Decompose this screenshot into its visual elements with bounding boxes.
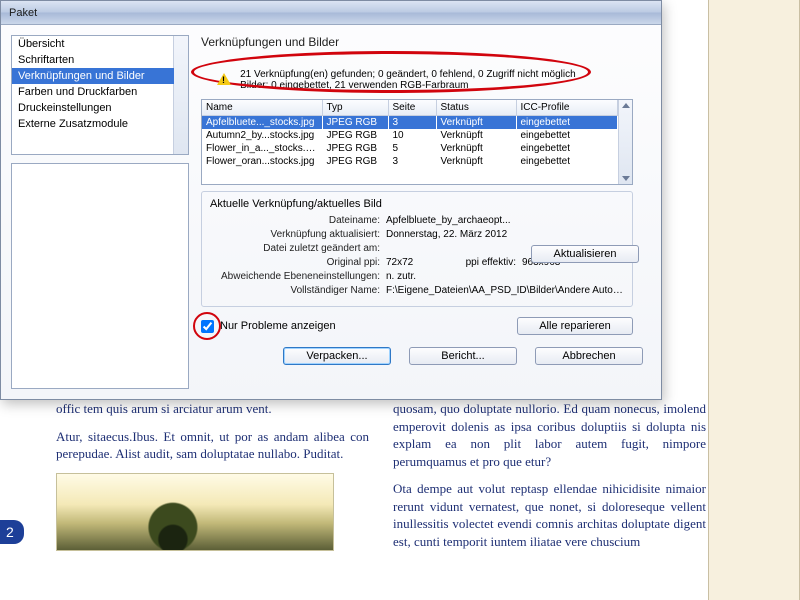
sidebar-item-print-settings[interactable]: Druckeinstellungen xyxy=(12,100,174,116)
sidebar-category-list[interactable]: Übersicht Schriftarten Verknüpfungen und… xyxy=(11,35,189,155)
cell-icc: eingebettet xyxy=(516,155,618,168)
dialog-title: Paket xyxy=(9,7,37,19)
cell-page: 5 xyxy=(388,142,436,155)
cell-type: JPEG RGB xyxy=(322,129,388,142)
detail-label: Vollständiger Name: xyxy=(210,284,380,298)
problems-only-label: Nur Probleme anzeigen xyxy=(220,320,336,332)
col-header-status[interactable]: Status xyxy=(436,100,516,116)
problems-only-checkbox[interactable] xyxy=(201,320,214,333)
document-body-text: offic tem quis arum si arciatur arum ven… xyxy=(56,400,706,560)
report-button[interactable]: Bericht... xyxy=(409,347,517,365)
sidebar-item-links-images[interactable]: Verknüpfungen und Bilder xyxy=(12,68,174,84)
cell-icc: eingebettet xyxy=(516,142,618,155)
detail-value: 72x72 xyxy=(386,256,446,270)
detail-label: ppi effektiv: xyxy=(446,256,516,270)
package-dialog: Paket Übersicht Schriftarten Verknüpfung… xyxy=(0,0,662,400)
body-paragraph: Atur, sitaecus.Ibus. Et omnit, ut por as… xyxy=(56,428,369,463)
alert-line-2: Bilder: 0 eingebettet, 21 verwenden RGB-… xyxy=(240,80,600,91)
package-button[interactable]: Verpacken... xyxy=(283,347,391,365)
cell-icc: eingebettet xyxy=(516,116,618,130)
detail-label: Dateiname: xyxy=(210,214,380,228)
update-button[interactable]: Aktualisieren xyxy=(531,245,639,263)
alert-line-1: 21 Verknüpfung(en) gefunden; 0 geändert,… xyxy=(240,69,600,80)
detail-label: Verknüpfung aktualisiert: xyxy=(210,228,380,242)
cell-page: 3 xyxy=(388,155,436,168)
detail-value: Donnerstag, 22. März 2012 xyxy=(386,228,624,242)
warning-icon xyxy=(217,73,231,85)
col-header-name[interactable]: Name xyxy=(202,100,322,116)
placed-image xyxy=(56,473,334,551)
detail-title: Aktuelle Verknüpfung/aktuelles Bild xyxy=(210,198,624,210)
sidebar-item-plugins[interactable]: Externe Zusatzmodule xyxy=(12,116,174,132)
detail-label: Original ppi: xyxy=(210,256,380,270)
links-table[interactable]: Name Typ Seite Status ICC-Profile Apfelb… xyxy=(201,99,633,185)
table-row[interactable]: Apfelbluete..._stocks.jpg JPEG RGB 3 Ver… xyxy=(202,116,618,130)
cell-status: Verknüpft xyxy=(436,129,516,142)
cell-status: Verknüpft xyxy=(436,155,516,168)
sidebar-item-fonts[interactable]: Schriftarten xyxy=(12,52,174,68)
col-header-icc[interactable]: ICC-Profile xyxy=(516,100,618,116)
cell-type: JPEG RGB xyxy=(322,155,388,168)
table-row[interactable]: Flower_in_a..._stocks.jpg JPEG RGB 5 Ver… xyxy=(202,142,618,155)
table-row[interactable]: Flower_oran...stocks.jpg JPEG RGB 3 Verk… xyxy=(202,155,618,168)
col-header-type[interactable]: Typ xyxy=(322,100,388,116)
cell-page: 10 xyxy=(388,129,436,142)
cell-type: JPEG RGB xyxy=(322,116,388,130)
repair-all-button[interactable]: Alle reparieren xyxy=(517,317,633,335)
detail-value: n. zutr. xyxy=(386,270,624,284)
cell-type: JPEG RGB xyxy=(322,142,388,155)
cell-name: Apfelbluete..._stocks.jpg xyxy=(202,116,322,130)
sidebar-item-overview[interactable]: Übersicht xyxy=(12,36,174,52)
cell-status: Verknüpft xyxy=(436,142,516,155)
cell-page: 3 xyxy=(388,116,436,130)
body-paragraph: quosam, quo doluptate nullorio. Ed quam … xyxy=(393,400,706,470)
cell-icc: eingebettet xyxy=(516,129,618,142)
detail-value: Apfelbluete_by_archaeopt... xyxy=(386,214,624,228)
doc-right-gutter xyxy=(708,0,800,600)
workspace: Paket 2 offic tem quis arum si arciatur … xyxy=(0,0,800,600)
alert-summary: 21 Verknüpfung(en) gefunden; 0 geändert,… xyxy=(201,67,647,93)
body-paragraph: Ota dempe aut volut reptasp ellendae nih… xyxy=(393,480,706,550)
section-title: Verknüpfungen und Bilder xyxy=(201,35,647,49)
sidebar-item-colors[interactable]: Farben und Druckfarben xyxy=(12,84,174,100)
col-header-page[interactable]: Seite xyxy=(388,100,436,116)
sidebar-empty-panel xyxy=(11,163,189,389)
dialog-titlebar[interactable]: Paket xyxy=(1,1,661,25)
table-row[interactable]: Autumn2_by...stocks.jpg JPEG RGB 10 Verk… xyxy=(202,129,618,142)
page-number-badge: 2 xyxy=(0,520,24,544)
cell-status: Verknüpft xyxy=(436,116,516,130)
table-scrollbar[interactable] xyxy=(618,100,632,184)
detail-label: Abweichende Ebeneneinstellungen: xyxy=(210,270,380,284)
cell-name: Flower_oran...stocks.jpg xyxy=(202,155,322,168)
cell-name: Autumn2_by...stocks.jpg xyxy=(202,129,322,142)
body-paragraph: offic tem quis arum si arciatur arum ven… xyxy=(56,400,369,418)
cell-name: Flower_in_a..._stocks.jpg xyxy=(202,142,322,155)
detail-value: F:\Eigene_Dateien\AA_PSD_ID\Bilder\Ander… xyxy=(386,284,624,298)
detail-label: Datei zuletzt geändert am: xyxy=(210,242,380,256)
cancel-button[interactable]: Abbrechen xyxy=(535,347,643,365)
